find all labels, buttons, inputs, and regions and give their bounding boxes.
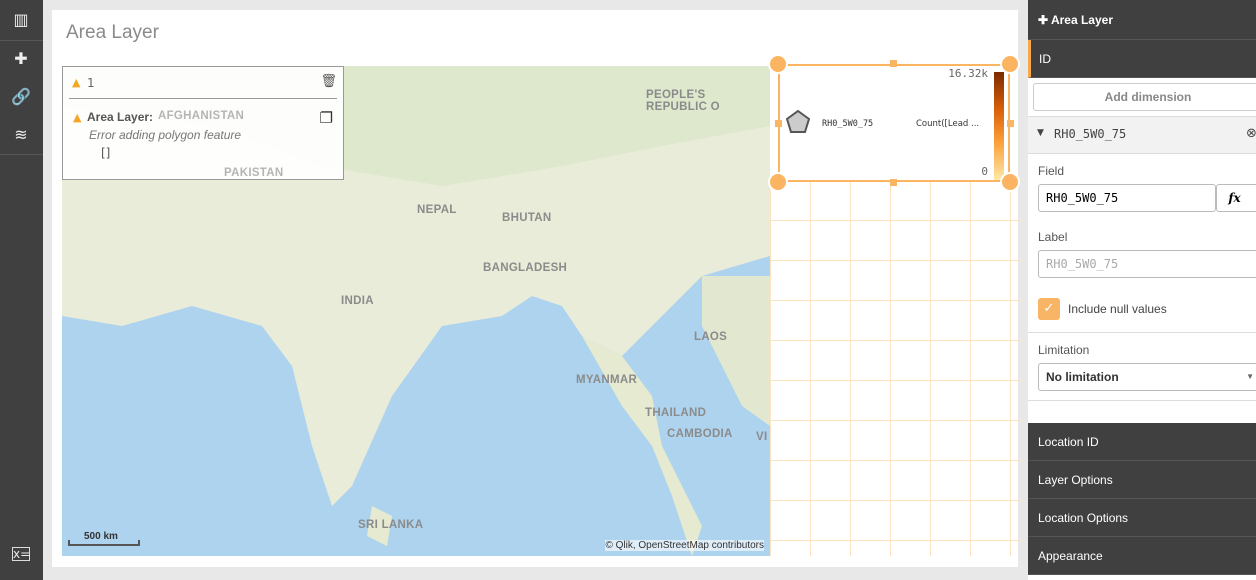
- map-label: VI: [756, 431, 768, 443]
- map-label: BHUTAN: [502, 212, 552, 224]
- scale-label: 500 km: [84, 531, 118, 542]
- field-input[interactable]: RH0_5W0_75: [1038, 184, 1216, 212]
- section-layer-options[interactable]: Layer Options: [1028, 461, 1256, 499]
- section-location-options[interactable]: Location Options: [1028, 499, 1256, 537]
- legend[interactable]: RH0_5W0_75 Count([Lead ... 16.32k 0: [778, 64, 1010, 182]
- include-null-checkbox[interactable]: ✓: [1038, 298, 1060, 320]
- attribution[interactable]: © Qlik, OpenStreetMap contributors: [605, 540, 764, 551]
- divider: [0, 40, 43, 41]
- error-count: 1: [87, 76, 95, 90]
- map-label: MYANMAR: [576, 374, 638, 386]
- legend-grid: [770, 180, 1022, 556]
- resize-handle[interactable]: [890, 179, 897, 186]
- resize-handle[interactable]: [890, 60, 897, 67]
- caret-down-icon: ▼: [1037, 128, 1044, 138]
- chart-icon[interactable]: ▥: [10, 9, 32, 31]
- map-label: INDIA: [341, 295, 374, 307]
- map-label: PAKISTAN: [224, 167, 284, 179]
- trash-icon[interactable]: 🗑: [320, 74, 337, 89]
- resize-handle[interactable]: [1000, 172, 1020, 192]
- resize-handle[interactable]: [1000, 54, 1020, 74]
- map-label: AFGHANISTAN: [158, 110, 245, 122]
- map-label: PEOPLE'S REPUBLIC O: [646, 89, 720, 113]
- database-icon[interactable]: ≋: [10, 124, 32, 146]
- map-label: BANGLADESH: [483, 262, 568, 274]
- limitation-label: Limitation: [1038, 343, 1090, 357]
- error-title: Area Layer:: [87, 110, 154, 124]
- page-title: Area Layer: [66, 22, 159, 43]
- divider: [1028, 332, 1256, 333]
- color-ramp: [994, 72, 1004, 180]
- section-id[interactable]: ID: [1028, 40, 1256, 78]
- resize-handle[interactable]: [775, 120, 782, 127]
- puzzle-icon[interactable]: ✚: [10, 48, 32, 70]
- field-label: Field: [1038, 164, 1065, 178]
- error-detail: []: [101, 146, 111, 160]
- dimension-header[interactable]: ▼ RH0_5W0_75 ⊗: [1028, 116, 1256, 154]
- caret-down-icon: ▼: [1246, 372, 1254, 381]
- map-label: NEPAL: [417, 204, 457, 216]
- error-message: Error adding polygon feature: [89, 128, 242, 142]
- warning-icon: ▲: [73, 111, 82, 124]
- map-label: SRI LANKA: [358, 519, 424, 531]
- divider: [1028, 400, 1256, 401]
- section-location-id[interactable]: Location ID: [1028, 423, 1256, 461]
- map-label: THAILAND: [645, 407, 707, 419]
- error-popup: ▲ 1 🗑 ▲ Area Layer: Error adding polygon…: [62, 66, 344, 180]
- legend-max: 16.32k: [948, 67, 988, 80]
- add-dimension-button[interactable]: Add dimension: [1033, 83, 1256, 111]
- properties-panel: ✚ Area Layer ID Add dimension ▼ RH0_5W0_…: [1028, 0, 1256, 580]
- legend-measure: Count([Lead ...: [916, 119, 980, 129]
- resize-handle[interactable]: [768, 54, 788, 74]
- divider: [0, 154, 43, 155]
- map-label: CAMBODIA: [667, 428, 733, 440]
- limitation-select[interactable]: No limitation ▼: [1038, 363, 1256, 391]
- resize-handle[interactable]: [768, 172, 788, 192]
- warning-icon: ▲: [72, 76, 81, 89]
- section-appearance[interactable]: Appearance: [1028, 537, 1256, 575]
- left-toolbar: ▥ ✚ 🔗 ≋ x=: [0, 0, 43, 580]
- limitation-value: No limitation: [1046, 370, 1119, 384]
- label-label: Label: [1038, 230, 1068, 244]
- map-label: LAOS: [694, 331, 728, 343]
- polygon-icon: [785, 109, 811, 133]
- legend-min: 0: [981, 165, 988, 178]
- puzzle-icon: ✚: [1038, 13, 1051, 27]
- legend-dimension: RH0_5W0_75: [822, 119, 874, 129]
- link-icon[interactable]: 🔗: [10, 86, 32, 108]
- dimension-name: RH0_5W0_75: [1054, 127, 1127, 141]
- panel-header: ✚ Area Layer: [1028, 0, 1256, 40]
- resize-handle[interactable]: [1007, 120, 1014, 127]
- include-null-label: Include null values: [1068, 302, 1167, 316]
- label-input[interactable]: RH0_5W0_75: [1038, 250, 1256, 278]
- copy-icon[interactable]: ❐: [320, 109, 333, 127]
- variables-icon[interactable]: x=: [12, 547, 30, 561]
- panel-title: Area Layer: [1050, 13, 1113, 27]
- remove-icon[interactable]: ⊗: [1246, 126, 1256, 141]
- expression-button[interactable]: fx: [1216, 184, 1256, 212]
